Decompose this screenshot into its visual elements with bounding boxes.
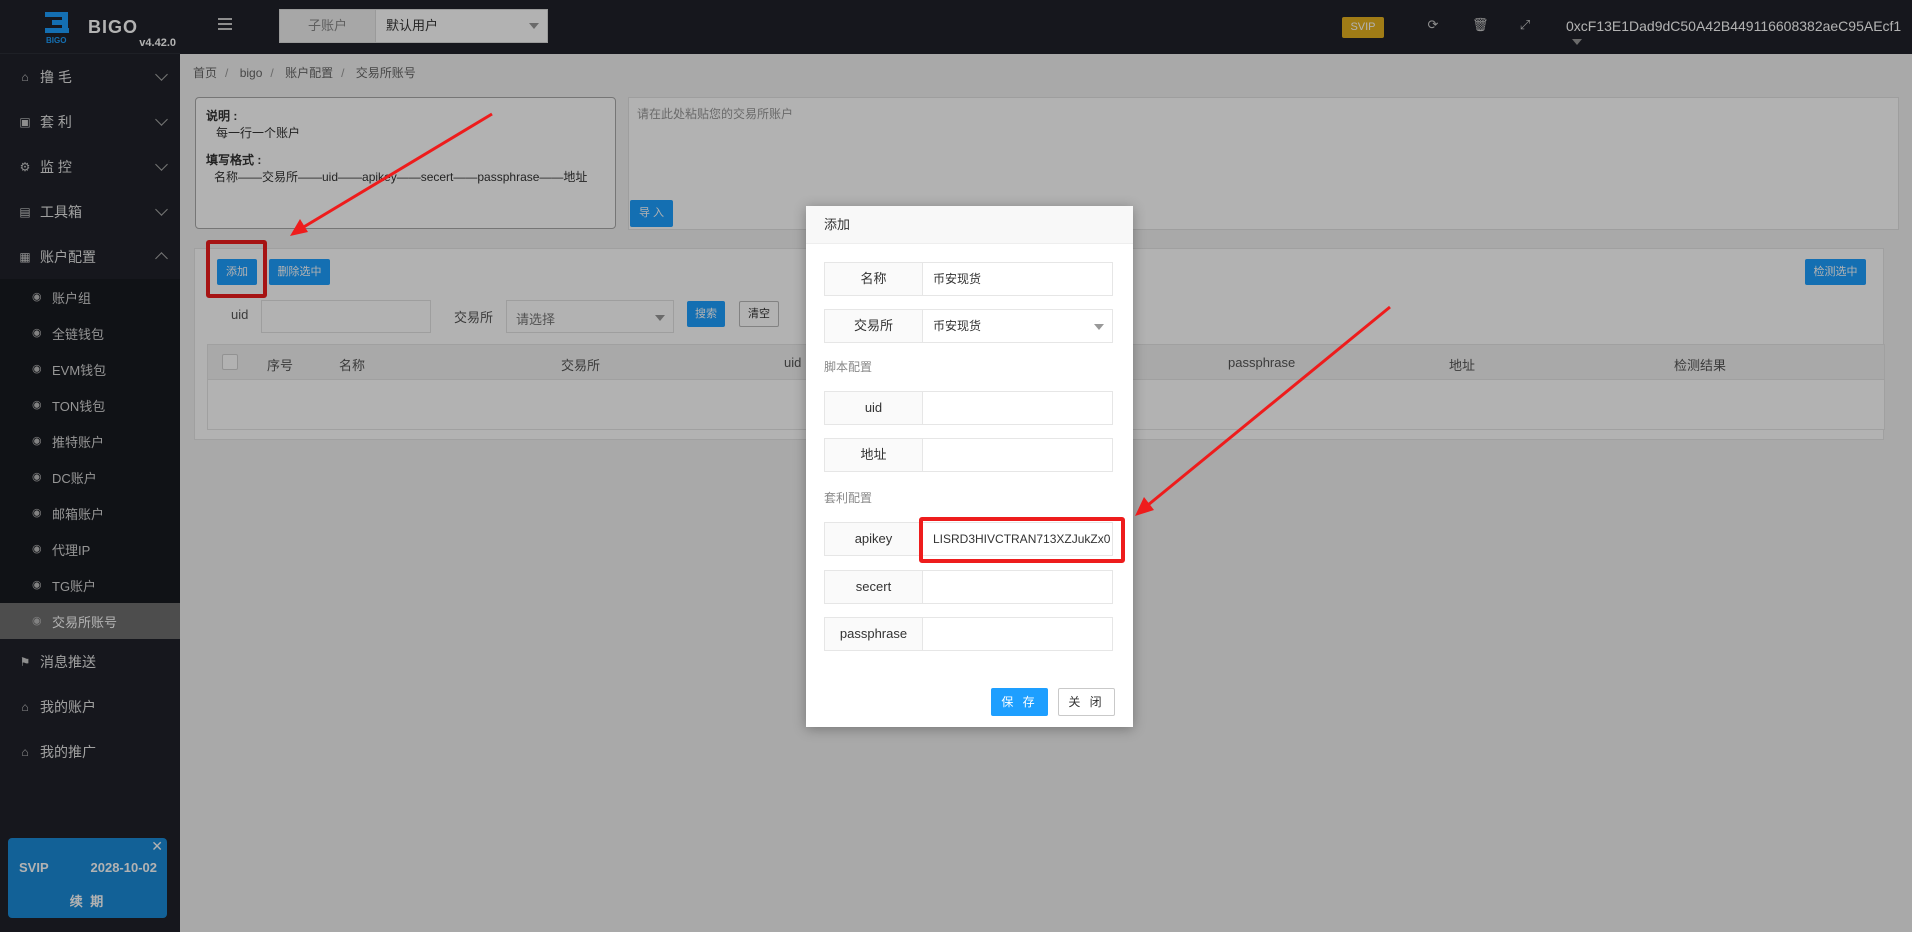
- passphrase-label: passphrase: [825, 618, 923, 650]
- secret-field: secert: [824, 570, 1113, 604]
- close-button[interactable]: 关 闭: [1058, 688, 1115, 716]
- arbitrage-config-section: 套利配置: [824, 491, 873, 505]
- apikey-label: apikey: [825, 523, 923, 555]
- name-input[interactable]: 币安现货: [923, 263, 1112, 295]
- add-account-dialog: 添加 名称 币安现货 交易所 币安现货 脚本配置 uid 地址 套利配置 api…: [806, 206, 1133, 727]
- save-button[interactable]: 保 存: [991, 688, 1048, 716]
- secret-label: secert: [825, 571, 923, 603]
- uid-input[interactable]: [923, 392, 1112, 424]
- passphrase-field: passphrase: [824, 617, 1113, 651]
- dialog-title: 添加: [806, 206, 1133, 244]
- uid-label: uid: [825, 392, 923, 424]
- address-field: 地址: [824, 438, 1113, 472]
- name-label: 名称: [825, 263, 923, 295]
- exchange-select-value: 币安现货: [933, 319, 982, 333]
- exchange-label: 交易所: [825, 310, 923, 342]
- uid-field: uid: [824, 391, 1113, 425]
- script-config-section: 脚本配置: [824, 360, 873, 374]
- address-label: 地址: [825, 439, 923, 471]
- name-field: 名称 币安现货: [824, 262, 1113, 296]
- exchange-select[interactable]: 币安现货: [923, 310, 1112, 342]
- passphrase-input[interactable]: [923, 618, 1112, 650]
- address-input[interactable]: [923, 439, 1112, 471]
- highlight-box-apikey: [919, 517, 1125, 563]
- secret-input[interactable]: [923, 571, 1112, 603]
- caret-down-icon: [1094, 324, 1104, 330]
- exchange-field: 交易所 币安现货: [824, 309, 1113, 343]
